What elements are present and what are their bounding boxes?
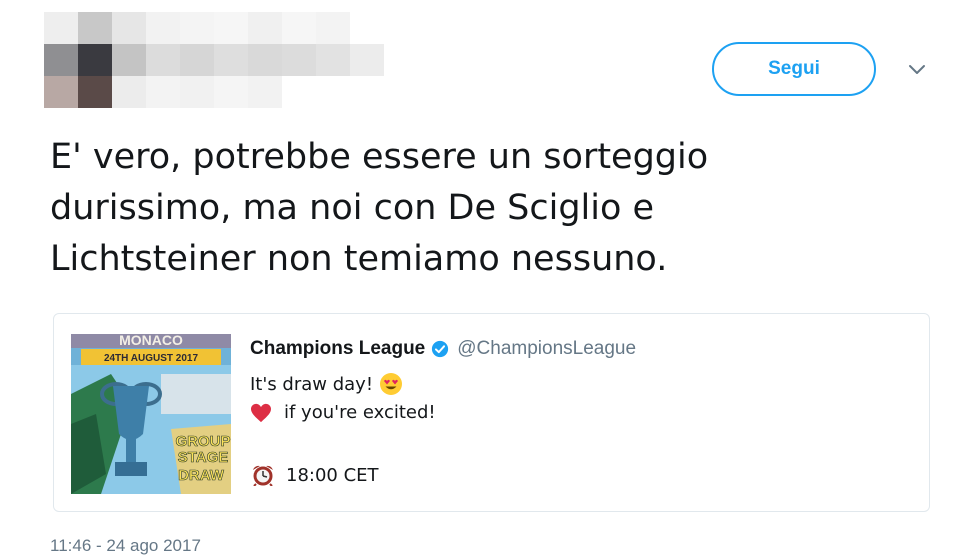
quoted-text-line-1: It's draw day! bbox=[250, 373, 374, 395]
follow-button-label: Segui bbox=[768, 58, 820, 79]
thumb-caption-draw: DRAW bbox=[178, 467, 225, 484]
quoted-author-handle[interactable]: @ChampionsLeague bbox=[457, 338, 636, 360]
quoted-tweet-card[interactable]: MONACO 24TH AUGUST 2017 GROUP STAGE DRAW… bbox=[53, 313, 930, 512]
quoted-tweet-line-1: It's draw day! bbox=[250, 372, 403, 396]
thumb-date: 24TH AUGUST 2017 bbox=[104, 353, 199, 364]
follow-button[interactable]: Segui bbox=[712, 42, 876, 96]
red-heart-icon bbox=[251, 403, 271, 422]
quoted-author-name[interactable]: Champions League bbox=[250, 338, 425, 360]
thumb-top-text: MONACO bbox=[119, 334, 183, 348]
heart-eyes-emoji-icon bbox=[380, 373, 403, 395]
tweet-timestamp[interactable]: 11:46 - 24 ago 2017 bbox=[50, 536, 201, 556]
thumb-caption-stage: STAGE bbox=[178, 449, 229, 466]
blurred-user-identity[interactable] bbox=[44, 12, 390, 108]
alarm-clock-icon bbox=[253, 465, 273, 486]
quoted-tweet-line-2: if you're excited! bbox=[250, 402, 436, 423]
thumb-caption-group: GROUP bbox=[175, 433, 230, 450]
quoted-tweet-line-3: 18:00 CET bbox=[250, 464, 379, 486]
quoted-text-line-2: if you're excited! bbox=[284, 402, 436, 423]
chevron-down-icon[interactable] bbox=[906, 62, 928, 78]
verified-badge-icon bbox=[432, 340, 449, 358]
quoted-tweet-thumbnail[interactable]: MONACO 24TH AUGUST 2017 GROUP STAGE DRAW bbox=[71, 334, 231, 494]
quoted-tweet-header: Champions League @ChampionsLeague bbox=[250, 338, 636, 360]
quoted-text-line-3: 18:00 CET bbox=[286, 464, 379, 486]
tweet-text: E' vero, potrebbe essere un sorteggio du… bbox=[50, 137, 709, 279]
